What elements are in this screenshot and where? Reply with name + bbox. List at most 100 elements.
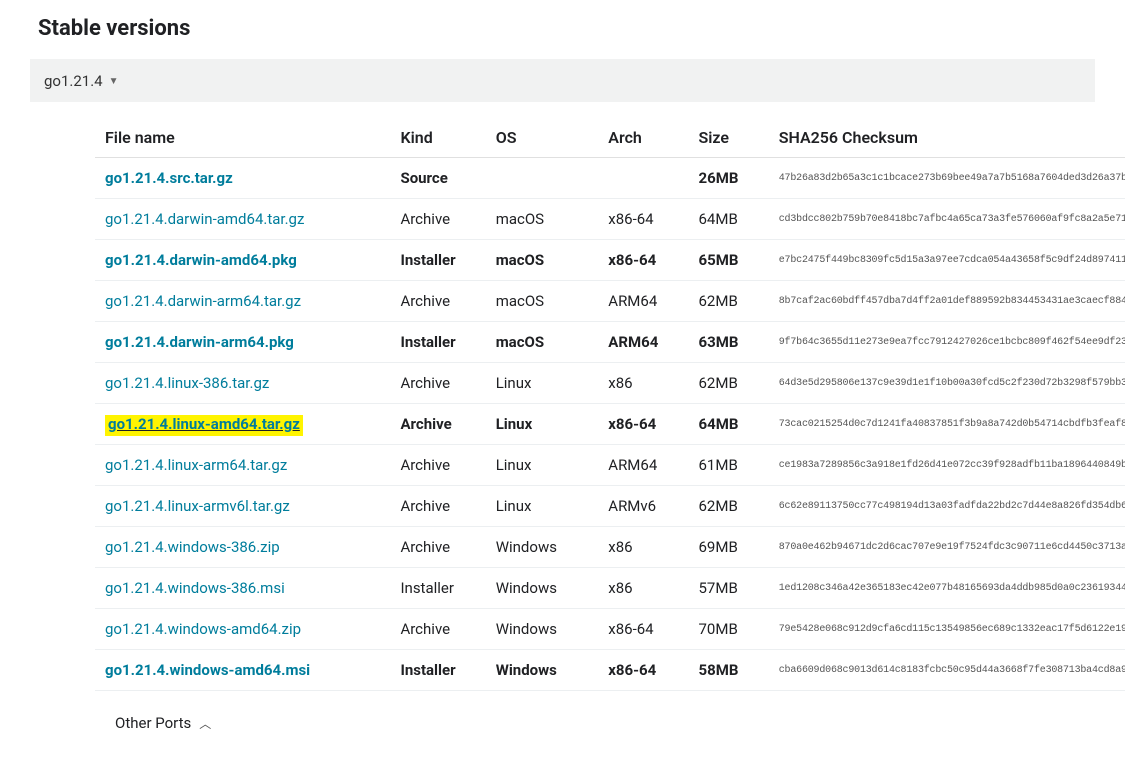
cell-size: 69MB <box>689 527 769 568</box>
cell-filename: go1.21.4.src.tar.gz <box>95 158 390 199</box>
cell-arch: x86-64 <box>598 650 688 691</box>
version-selector[interactable]: go1.21.4 ▼ <box>44 72 119 90</box>
cell-size: 58MB <box>689 650 769 691</box>
cell-arch: x86-64 <box>598 199 688 240</box>
cell-filename: go1.21.4.windows-386.zip <box>95 527 390 568</box>
cell-size: 64MB <box>689 404 769 445</box>
download-link[interactable]: go1.21.4.linux-amd64.tar.gz <box>108 415 300 433</box>
cell-kind: Installer <box>390 650 485 691</box>
download-link[interactable]: go1.21.4.darwin-arm64.tar.gz <box>105 292 301 310</box>
cell-sha: 6c62e89113750cc77c498194d13a03fadfda22bd… <box>769 486 1125 527</box>
header-size: Size <box>689 120 769 158</box>
header-kind: Kind <box>390 120 485 158</box>
cell-sha: 870a0e462b94671dc2d6cac707e9e19f7524fdc3… <box>769 527 1125 568</box>
cell-sha: 8b7caf2ac60bdff457dba7d4ff2a01def889592b… <box>769 281 1125 322</box>
cell-kind: Archive <box>390 363 485 404</box>
cell-kind: Installer <box>390 322 485 363</box>
cell-sha: cba6609d068c9013d614c8183fcbc50c95d44a36… <box>769 650 1125 691</box>
cell-filename: go1.21.4.windows-386.msi <box>95 568 390 609</box>
other-ports-label: Other Ports <box>115 714 191 732</box>
cell-sha: e7bc2475f449bc8309fc5d15a3a97ee7cdca054a… <box>769 240 1125 281</box>
download-link[interactable]: go1.21.4.linux-armv6l.tar.gz <box>105 497 290 515</box>
cell-kind: Archive <box>390 445 485 486</box>
cell-os: macOS <box>486 240 599 281</box>
cell-sha: cd3bdcc802b759b70e8418bc7afbc4a65ca73a3f… <box>769 199 1125 240</box>
download-link[interactable]: go1.21.4.src.tar.gz <box>105 169 233 187</box>
cell-os: Windows <box>486 650 599 691</box>
version-bar: go1.21.4 ▼ <box>30 59 1095 102</box>
cell-filename: go1.21.4.darwin-amd64.pkg <box>95 240 390 281</box>
table-row: go1.21.4.darwin-amd64.tar.gzArchivemacOS… <box>95 199 1125 240</box>
cell-os: Linux <box>486 404 599 445</box>
cell-os: Linux <box>486 445 599 486</box>
table-row: go1.21.4.darwin-amd64.pkg InstallermacOSx… <box>95 240 1125 281</box>
cell-arch: x86 <box>598 363 688 404</box>
other-ports-toggle[interactable]: Other Ports ︿ <box>105 702 221 732</box>
cell-kind: Archive <box>390 281 485 322</box>
cell-sha: 64d3e5d295806e137c9e39d1e1f10b00a30fcd5c… <box>769 363 1125 404</box>
cell-size: 70MB <box>689 609 769 650</box>
cell-filename: go1.21.4.darwin-arm64.pkg <box>95 322 390 363</box>
cell-kind: Installer <box>390 568 485 609</box>
cell-os: macOS <box>486 281 599 322</box>
cell-sha: 79e5428e068c912d9cfa6cd115c13549856ec689… <box>769 609 1125 650</box>
download-link[interactable]: go1.21.4.windows-386.zip <box>105 538 280 556</box>
cell-arch: x86 <box>598 568 688 609</box>
chevron-down-icon: ▼ <box>109 76 119 87</box>
table-row: go1.21.4.linux-armv6l.tar.gz ArchiveLinux… <box>95 486 1125 527</box>
cell-arch: ARM64 <box>598 322 688 363</box>
cell-kind: Archive <box>390 527 485 568</box>
cell-arch: ARMv6 <box>598 486 688 527</box>
cell-filename: go1.21.4.darwin-arm64.tar.gz <box>95 281 390 322</box>
header-arch: Arch <box>598 120 688 158</box>
cell-sha: 73cac0215254d0c7d1241fa40837851f3b9a8a74… <box>769 404 1125 445</box>
table-row: go1.21.4.linux-386.tar.gz ArchiveLinuxx86… <box>95 363 1125 404</box>
cell-arch: ARM64 <box>598 445 688 486</box>
downloads-table: File name Kind OS Arch Size SHA256 Check… <box>95 120 1125 743</box>
cell-os: Windows <box>486 568 599 609</box>
cell-arch: x86-64 <box>598 240 688 281</box>
cell-size: 26MB <box>689 158 769 199</box>
table-row: go1.21.4.darwin-arm64.tar.gz ArchivemacOS… <box>95 281 1125 322</box>
cell-filename: go1.21.4.linux-arm64.tar.gz <box>95 445 390 486</box>
cell-filename: go1.21.4.linux-amd64.tar.gz <box>95 404 390 445</box>
download-link[interactable]: go1.21.4.windows-amd64.zip <box>105 620 301 638</box>
cell-filename: go1.21.4.windows-amd64.msi <box>95 650 390 691</box>
cell-size: 57MB <box>689 568 769 609</box>
download-link[interactable]: go1.21.4.linux-arm64.tar.gz <box>105 456 287 474</box>
cell-os: Windows <box>486 609 599 650</box>
table-row: go1.21.4.darwin-arm64.pkg InstallermacOSA… <box>95 322 1125 363</box>
cell-os <box>486 158 599 199</box>
cell-filename: go1.21.4.windows-amd64.zip <box>95 609 390 650</box>
cell-size: 62MB <box>689 486 769 527</box>
cell-sha: 9f7b64c3655d11e273e9ea7fcc7912427026ce1b… <box>769 322 1125 363</box>
cell-kind: Archive <box>390 609 485 650</box>
download-link[interactable]: go1.21.4.linux-386.tar.gz <box>105 374 269 392</box>
cell-os: macOS <box>486 322 599 363</box>
cell-os: Linux <box>486 486 599 527</box>
download-link[interactable]: go1.21.4.windows-386.msi <box>105 579 285 597</box>
cell-kind: Archive <box>390 486 485 527</box>
download-link[interactable]: go1.21.4.windows-amd64.msi <box>105 661 310 679</box>
header-os: OS <box>486 120 599 158</box>
table-header-row: File name Kind OS Arch Size SHA256 Check… <box>95 120 1125 158</box>
table-row: go1.21.4.windows-amd64.msi InstallerWindo… <box>95 650 1125 691</box>
download-link[interactable]: go1.21.4.darwin-amd64.tar.gz <box>105 210 304 228</box>
chevron-up-icon: ︿ <box>199 715 211 732</box>
table-row: go1.21.4.windows-amd64.zip ArchiveWindows… <box>95 609 1125 650</box>
cell-arch: x86-64 <box>598 609 688 650</box>
cell-os: Linux <box>486 363 599 404</box>
cell-os: Windows <box>486 527 599 568</box>
cell-os: macOS <box>486 199 599 240</box>
cell-size: 63MB <box>689 322 769 363</box>
cell-kind: Installer <box>390 240 485 281</box>
table-row: go1.21.4.windows-386.msi InstallerWindows… <box>95 568 1125 609</box>
cell-filename: go1.21.4.linux-armv6l.tar.gz <box>95 486 390 527</box>
cell-kind: Archive <box>390 404 485 445</box>
download-link[interactable]: go1.21.4.darwin-amd64.pkg <box>105 251 297 269</box>
download-link[interactable]: go1.21.4.darwin-arm64.pkg <box>105 333 294 351</box>
cell-sha: 47b26a83d2b65a3c1c1bcace273b69bee49a7a7b… <box>769 158 1125 199</box>
header-filename: File name <box>95 120 390 158</box>
cell-kind: Source <box>390 158 485 199</box>
cell-size: 61MB <box>689 445 769 486</box>
